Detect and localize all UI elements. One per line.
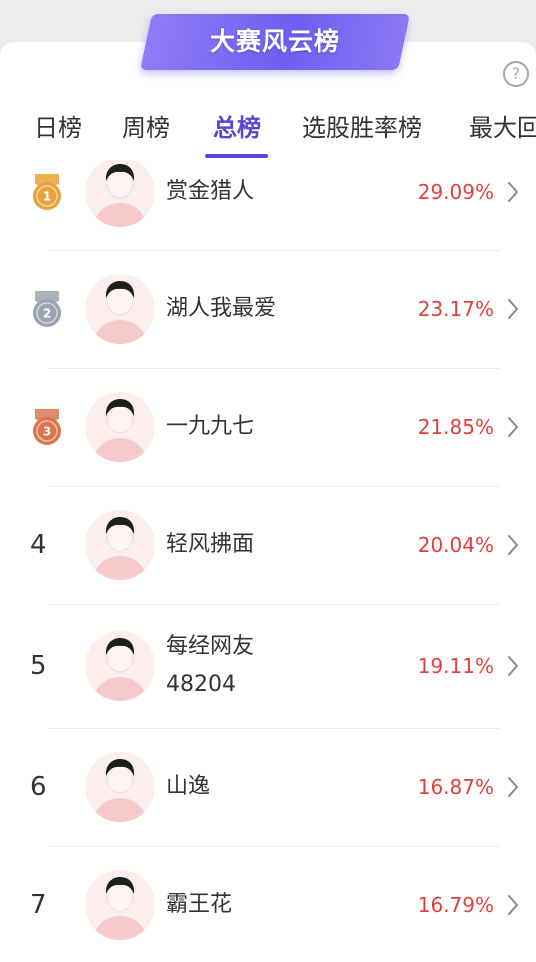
tab-bar: 日榜 周榜 总榜 选股胜率榜 最大回 xyxy=(0,100,536,160)
chevron-right-icon[interactable] xyxy=(505,893,521,917)
list-item[interactable]: 7 霸王花 16.79% xyxy=(0,160,536,944)
active-tab-indicator xyxy=(205,154,268,158)
tab-daily[interactable]: 日榜 xyxy=(34,108,82,143)
tab-weekly[interactable]: 周榜 xyxy=(122,108,170,143)
rank-number: 7 xyxy=(30,890,47,920)
ranking-list: 1 赏金猎人 29.09% 2 湖人我最爱 23.17% 3 一九九七 21.85% 4 轻风拂面 2… xyxy=(0,160,536,944)
help-icon[interactable]: ? xyxy=(503,61,529,87)
user-name: 霸王花 xyxy=(166,892,233,917)
tab-overall[interactable]: 总榜 xyxy=(213,108,261,143)
tab-win-rate[interactable]: 选股胜率榜 xyxy=(302,108,422,143)
page-title: 大赛风云榜 xyxy=(209,27,340,56)
tab-max-drawdown[interactable]: 最大回 xyxy=(469,108,536,143)
return-rate: 16.79% xyxy=(417,893,494,917)
user-silhouette-icon xyxy=(85,870,155,940)
avatar[interactable] xyxy=(85,870,155,940)
